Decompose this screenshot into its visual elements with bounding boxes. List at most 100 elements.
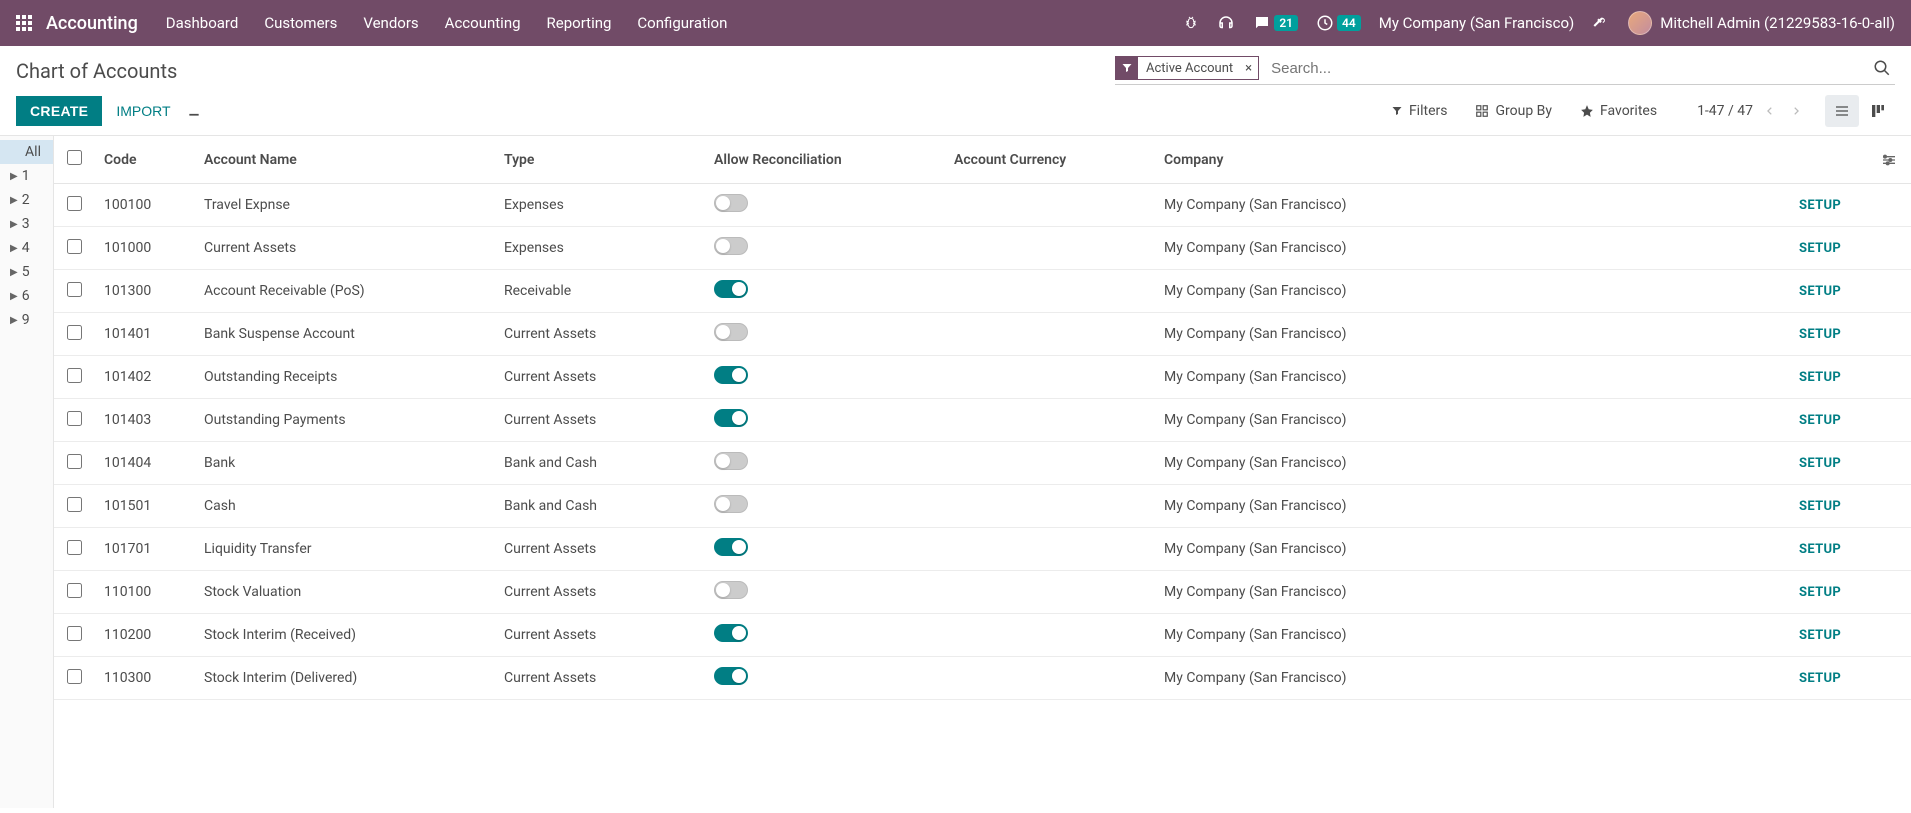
- cell-company[interactable]: My Company (San Francisco): [1154, 528, 1761, 571]
- cell-code[interactable]: 100100: [94, 184, 194, 227]
- cell-type[interactable]: Expenses: [494, 227, 704, 270]
- select-all-checkbox[interactable]: [67, 150, 82, 165]
- cell-code[interactable]: 101403: [94, 399, 194, 442]
- reconciliation-toggle[interactable]: [714, 366, 748, 384]
- download-icon[interactable]: [187, 104, 201, 118]
- cell-name[interactable]: Bank: [194, 442, 494, 485]
- table-row[interactable]: 110300Stock Interim (Delivered)Current A…: [54, 657, 1911, 700]
- cell-code[interactable]: 110100: [94, 571, 194, 614]
- reconciliation-toggle[interactable]: [714, 495, 748, 513]
- view-list-button[interactable]: [1825, 95, 1859, 127]
- reconciliation-toggle[interactable]: [714, 624, 748, 642]
- cell-name[interactable]: Travel Expnse: [194, 184, 494, 227]
- setup-button[interactable]: SETUP: [1799, 499, 1841, 514]
- filters-button[interactable]: Filters: [1391, 103, 1448, 119]
- row-checkbox[interactable]: [67, 368, 82, 383]
- reconciliation-toggle[interactable]: [714, 667, 748, 685]
- row-checkbox[interactable]: [67, 583, 82, 598]
- cell-code[interactable]: 110200: [94, 614, 194, 657]
- cell-currency[interactable]: [944, 356, 1154, 399]
- sidebar-item-6[interactable]: ▶6: [0, 284, 53, 308]
- table-row[interactable]: 101000Current AssetsExpensesMy Company (…: [54, 227, 1911, 270]
- cell-code[interactable]: 101000: [94, 227, 194, 270]
- cell-type[interactable]: Current Assets: [494, 657, 704, 700]
- sidebar-item-1[interactable]: ▶1: [0, 164, 53, 188]
- cell-currency[interactable]: [944, 313, 1154, 356]
- cell-currency[interactable]: [944, 485, 1154, 528]
- cell-currency[interactable]: [944, 571, 1154, 614]
- favorites-button[interactable]: Favorites: [1580, 103, 1657, 119]
- table-row[interactable]: 101501CashBank and Cash My Company (San F…: [54, 485, 1911, 528]
- cell-currency[interactable]: [944, 528, 1154, 571]
- cell-company[interactable]: My Company (San Francisco): [1154, 485, 1761, 528]
- cell-name[interactable]: Cash: [194, 485, 494, 528]
- cell-currency[interactable]: [944, 399, 1154, 442]
- user-menu[interactable]: Mitchell Admin (21229583-16-0-all): [1628, 11, 1895, 35]
- cell-company[interactable]: My Company (San Francisco): [1154, 227, 1761, 270]
- sidebar-item-5[interactable]: ▶5: [0, 260, 53, 284]
- cell-code[interactable]: 101300: [94, 270, 194, 313]
- cell-code[interactable]: 101402: [94, 356, 194, 399]
- cell-currency[interactable]: [944, 657, 1154, 700]
- nav-menu-accounting[interactable]: Accounting: [445, 14, 521, 32]
- cell-currency[interactable]: [944, 614, 1154, 657]
- header-name[interactable]: Account Name: [194, 136, 494, 184]
- row-checkbox[interactable]: [67, 669, 82, 684]
- table-row[interactable]: 101401Bank Suspense AccountCurrent Asset…: [54, 313, 1911, 356]
- sidebar-item-2[interactable]: ▶2: [0, 188, 53, 212]
- table-row[interactable]: 110100Stock ValuationCurrent AssetsMy Co…: [54, 571, 1911, 614]
- cell-currency[interactable]: [944, 227, 1154, 270]
- nav-menu-customers[interactable]: Customers: [264, 14, 337, 32]
- cell-name[interactable]: Stock Interim (Received): [194, 614, 494, 657]
- reconciliation-toggle[interactable]: [714, 194, 748, 212]
- cell-currency[interactable]: [944, 442, 1154, 485]
- row-checkbox[interactable]: [67, 282, 82, 297]
- cell-currency[interactable]: [944, 270, 1154, 313]
- reconciliation-toggle[interactable]: [714, 409, 748, 427]
- reconciliation-toggle[interactable]: [714, 538, 748, 556]
- nav-menu-configuration[interactable]: Configuration: [637, 14, 727, 32]
- cell-currency[interactable]: [944, 184, 1154, 227]
- table-row[interactable]: 101402Outstanding ReceiptsCurrent Assets…: [54, 356, 1911, 399]
- cell-type[interactable]: Current Assets: [494, 356, 704, 399]
- sidebar-item-4[interactable]: ▶4: [0, 236, 53, 260]
- cell-company[interactable]: My Company (San Francisco): [1154, 657, 1761, 700]
- pager-text[interactable]: 1-47 / 47: [1697, 103, 1753, 119]
- table-row[interactable]: 101404BankBank and CashMy Company (San F…: [54, 442, 1911, 485]
- cell-name[interactable]: Stock Interim (Delivered): [194, 657, 494, 700]
- cell-company[interactable]: My Company (San Francisco): [1154, 356, 1761, 399]
- table-row[interactable]: 101701Liquidity TransferCurrent AssetsMy…: [54, 528, 1911, 571]
- cell-type[interactable]: Current Assets: [494, 313, 704, 356]
- cell-code[interactable]: 101404: [94, 442, 194, 485]
- cell-name[interactable]: Outstanding Receipts: [194, 356, 494, 399]
- pager-next[interactable]: [1787, 100, 1805, 122]
- cell-name[interactable]: Account Receivable (PoS): [194, 270, 494, 313]
- nav-menu-reporting[interactable]: Reporting: [547, 14, 612, 32]
- header-code[interactable]: Code: [94, 136, 194, 184]
- cell-name[interactable]: Outstanding Payments: [194, 399, 494, 442]
- header-currency[interactable]: Account Currency: [944, 136, 1154, 184]
- tools-icon[interactable]: [1592, 14, 1610, 32]
- cell-code[interactable]: 101501: [94, 485, 194, 528]
- table-row[interactable]: 101403Outstanding PaymentsCurrent Assets…: [54, 399, 1911, 442]
- support-icon[interactable]: [1217, 14, 1235, 32]
- setup-button[interactable]: SETUP: [1799, 585, 1841, 600]
- row-checkbox[interactable]: [67, 626, 82, 641]
- nav-menu-vendors[interactable]: Vendors: [363, 14, 418, 32]
- cell-type[interactable]: Current Assets: [494, 528, 704, 571]
- cell-code[interactable]: 101401: [94, 313, 194, 356]
- header-recon[interactable]: Allow Reconciliation: [704, 136, 944, 184]
- setup-button[interactable]: SETUP: [1799, 198, 1841, 213]
- cell-type[interactable]: Bank and Cash: [494, 442, 704, 485]
- reconciliation-toggle[interactable]: [714, 237, 748, 255]
- sidebar-item-3[interactable]: ▶3: [0, 212, 53, 236]
- setup-button[interactable]: SETUP: [1799, 327, 1841, 342]
- setup-button[interactable]: SETUP: [1799, 456, 1841, 471]
- row-checkbox[interactable]: [67, 540, 82, 555]
- app-brand[interactable]: Accounting: [46, 13, 138, 34]
- cell-company[interactable]: My Company (San Francisco): [1154, 184, 1761, 227]
- sidebar-all[interactable]: All: [0, 140, 53, 164]
- cell-type[interactable]: Bank and Cash: [494, 485, 704, 528]
- setup-button[interactable]: SETUP: [1799, 628, 1841, 643]
- search-icon[interactable]: [1869, 59, 1895, 77]
